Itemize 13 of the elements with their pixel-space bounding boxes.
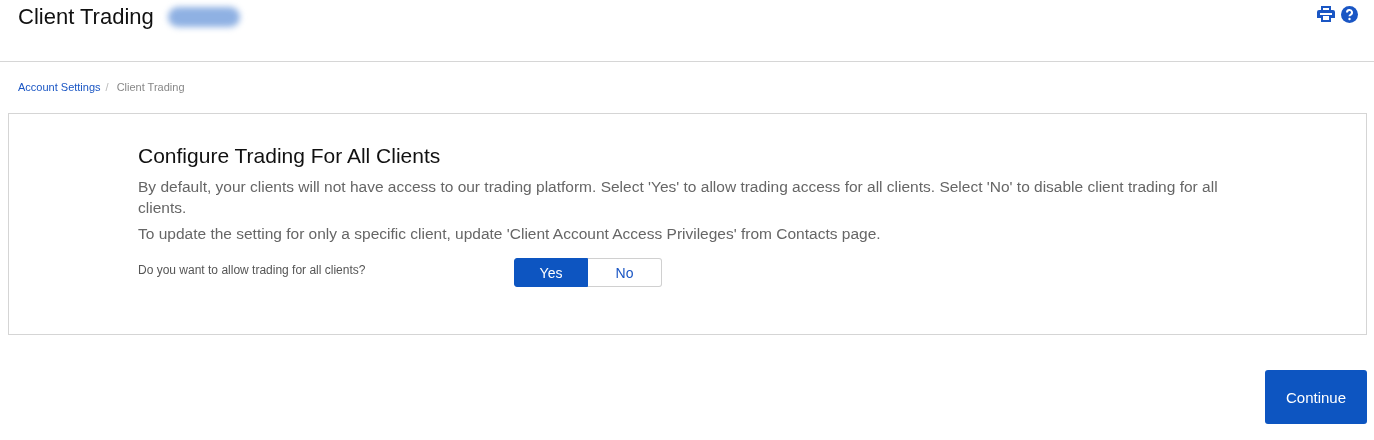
description-text: To update the setting for only a specific client, update 'Client Account Access Privileges' from Contacts page. [138, 224, 882, 244]
continue-button[interactable]: Continue [1265, 370, 1367, 424]
help-icon[interactable] [1341, 6, 1358, 23]
toggle-option[interactable]: No [588, 258, 662, 287]
question-label: Do you want to allow trading for all clients? [138, 262, 367, 277]
breadcrumb-current: Client Trading [116, 81, 185, 93]
breadcrumb-separator: / [105, 81, 109, 93]
print-icon[interactable] [1317, 6, 1335, 22]
page-title: Client Trading [18, 3, 154, 30]
description-text: By default, your clients will not have access to our trading platform. Select 'Yes' to allow trading access for all clients. Select 'No' to disable client trading for all clients. [138, 177, 1219, 218]
breadcrumb-link[interactable]: Account Settings [18, 81, 101, 93]
toggle-option[interactable]: Yes [514, 258, 588, 287]
card-title: Configure Trading For All Clients [138, 144, 442, 168]
